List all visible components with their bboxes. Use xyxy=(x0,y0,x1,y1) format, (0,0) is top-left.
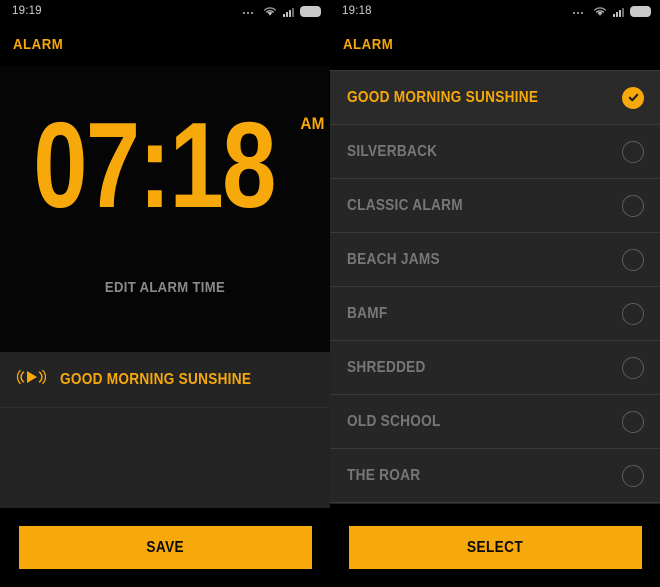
left-panel-alarm-editor: 19:19 ALARM 07:18 AM EDIT ALARM TIME GOO… xyxy=(0,0,330,587)
save-button-label: SAVE xyxy=(146,538,184,556)
app-header: ALARM xyxy=(0,22,330,66)
edit-alarm-time-label[interactable]: EDIT ALARM TIME xyxy=(17,280,314,296)
list-item[interactable]: OLD SCHOOL xyxy=(330,395,660,449)
status-bar-icons xyxy=(243,5,321,17)
page-title: ALARM xyxy=(343,35,394,53)
right-panel-sound-picker: 19:18 ALARM GOOD MORNING SUNSHINE SILVERB… xyxy=(330,0,660,587)
list-item[interactable]: SILVERBACK xyxy=(330,125,660,179)
radio-unchecked-icon[interactable] xyxy=(622,248,644,271)
list-item-label: CLASSIC ALARM xyxy=(347,196,463,214)
app-header: ALARM xyxy=(330,22,660,66)
save-button[interactable]: SAVE xyxy=(18,526,312,569)
list-item-label: THE ROAR xyxy=(347,466,421,484)
wifi-icon xyxy=(593,6,607,17)
status-bar-time: 19:18 xyxy=(342,5,372,17)
list-item-label: SHREDDED xyxy=(347,358,426,376)
radio-unchecked-icon[interactable] xyxy=(622,410,644,433)
right-bottom-bar: SELECT xyxy=(330,508,660,587)
sound-play-icon xyxy=(16,367,47,392)
page-title: ALARM xyxy=(13,35,64,53)
list-item[interactable]: THE ROAR xyxy=(330,449,660,503)
signal-icon xyxy=(613,6,624,17)
dual-screenshot-comparison: 19:19 ALARM 07:18 AM EDIT ALARM TIME GOO… xyxy=(0,0,660,587)
alarm-time-value: 07:18 xyxy=(33,97,277,233)
list-item-label: BEACH JAMS xyxy=(347,250,440,268)
left-bottom-bar: SAVE xyxy=(0,508,330,587)
battery-icon xyxy=(630,5,651,17)
list-item-label: GOOD MORNING SUNSHINE xyxy=(347,88,539,106)
battery-icon xyxy=(300,5,321,17)
radio-checked-icon[interactable] xyxy=(622,86,644,109)
alarm-sound-row[interactable]: GOOD MORNING SUNSHINE xyxy=(0,352,330,408)
alarm-sound-name: GOOD MORNING SUNSHINE xyxy=(60,370,252,388)
list-item[interactable]: BEACH JAMS xyxy=(330,233,660,287)
alarm-meridiem: AM xyxy=(300,114,326,133)
radio-unchecked-icon[interactable] xyxy=(622,194,644,217)
left-panel-empty-area xyxy=(0,408,330,508)
list-item[interactable]: CLASSIC ALARM xyxy=(330,179,660,233)
radio-unchecked-icon[interactable] xyxy=(622,302,644,325)
more-dots-icon xyxy=(573,6,587,16)
radio-unchecked-icon[interactable] xyxy=(622,464,644,487)
alarm-time-display[interactable]: 07:18 AM EDIT ALARM TIME xyxy=(0,66,330,352)
list-item-label: BAMF xyxy=(347,304,388,322)
select-button[interactable]: SELECT xyxy=(348,526,642,569)
more-dots-icon xyxy=(243,6,257,16)
clock-row: 07:18 AM xyxy=(0,97,330,233)
status-bar: 19:18 xyxy=(330,0,660,22)
list-item-label: SILVERBACK xyxy=(347,142,438,160)
status-bar-time: 19:19 xyxy=(12,5,42,17)
wifi-icon xyxy=(263,6,277,17)
select-button-label: SELECT xyxy=(466,538,524,556)
sound-list: GOOD MORNING SUNSHINE SILVERBACK CLASSIC A… xyxy=(330,70,660,504)
status-bar-icons xyxy=(573,5,651,17)
list-item[interactable]: BAMF xyxy=(330,287,660,341)
list-item[interactable]: SHREDDED xyxy=(330,341,660,395)
status-bar: 19:19 xyxy=(0,0,330,22)
radio-unchecked-icon[interactable] xyxy=(622,356,644,379)
list-item[interactable]: GOOD MORNING SUNSHINE xyxy=(330,71,660,125)
radio-unchecked-icon[interactable] xyxy=(622,140,644,163)
list-item-label: OLD SCHOOL xyxy=(347,412,441,430)
signal-icon xyxy=(283,6,294,17)
